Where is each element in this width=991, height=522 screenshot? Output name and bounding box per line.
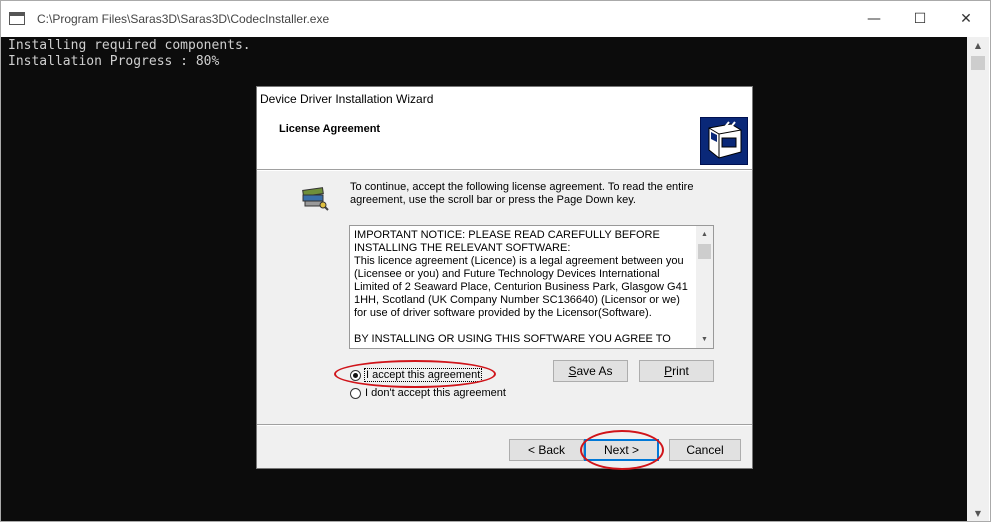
maximize-button[interactable]: ☐ (897, 1, 943, 37)
close-button[interactable]: ✕ (943, 1, 989, 37)
wizard-dialog: Device Driver Installation Wizard Licens… (256, 86, 753, 469)
license-scroll-up-icon[interactable]: ▲ (696, 226, 713, 243)
dialog-caption[interactable]: Device Driver Installation Wizard (257, 87, 752, 111)
accept-radio-label[interactable]: I accept this agreement (363, 368, 483, 382)
scroll-down-arrow-icon[interactable]: ▼ (967, 505, 989, 521)
license-scroll-down-icon[interactable]: ▼ (696, 331, 713, 348)
header-divider (257, 169, 752, 171)
accept-radio-button[interactable] (350, 369, 361, 381)
decline-radio-button[interactable] (350, 387, 361, 399)
license-textbox[interactable]: IMPORTANT NOTICE: PLEASE READ CAREFULLY … (349, 225, 714, 349)
dialog-header: License Agreement (257, 111, 752, 169)
cancel-button[interactable]: Cancel (669, 439, 741, 461)
page-title: License Agreement (279, 123, 381, 135)
accept-radio-option[interactable]: I accept this agreement (350, 368, 483, 382)
decline-radio-label[interactable]: I don't accept this agreement (365, 387, 506, 399)
decline-radio-option[interactable]: I don't accept this agreement (350, 387, 506, 399)
dialog-title: Device Driver Installation Wizard (260, 92, 434, 106)
scroll-thumb[interactable] (971, 56, 985, 70)
footer-divider (257, 424, 752, 426)
license-scroll-thumb[interactable] (698, 244, 711, 259)
back-button[interactable]: < Back (509, 439, 584, 461)
title-bar[interactable]: C:\Program Files\Saras3D\Saras3D\CodecIn… (1, 1, 990, 37)
license-text[interactable]: IMPORTANT NOTICE: PLEASE READ CAREFULLY … (354, 229, 692, 347)
scroll-up-arrow-icon[interactable]: ▲ (967, 37, 989, 53)
console-app-icon (9, 12, 25, 25)
license-paragraph-agreement: This licence agreement (Licence) is a le… (354, 255, 688, 319)
console-line-progress: Installation Progress : 80% (8, 54, 220, 69)
license-paragraph-notice: IMPORTANT NOTICE: PLEASE READ CAREFULLY … (354, 229, 660, 254)
console-scrollbar[interactable]: ▲ ▼ (967, 37, 989, 521)
window-title: C:\Program Files\Saras3D\Saras3D\CodecIn… (37, 12, 330, 26)
console-line-status: Installing required components. (8, 38, 251, 53)
save-as-button[interactable]: Save As (553, 360, 628, 382)
installer-box-icon (700, 117, 748, 165)
license-paragraph-consent: BY INSTALLING OR USING THIS SOFTWARE YOU… (354, 333, 671, 347)
intro-text: To continue, accept the following licens… (350, 181, 694, 206)
minimize-button[interactable]: — (851, 1, 897, 37)
next-button[interactable]: Next > (584, 439, 659, 461)
license-books-icon (299, 181, 331, 213)
license-scrollbar[interactable]: ▲ ▼ (696, 226, 713, 348)
print-button[interactable]: Print (639, 360, 714, 382)
